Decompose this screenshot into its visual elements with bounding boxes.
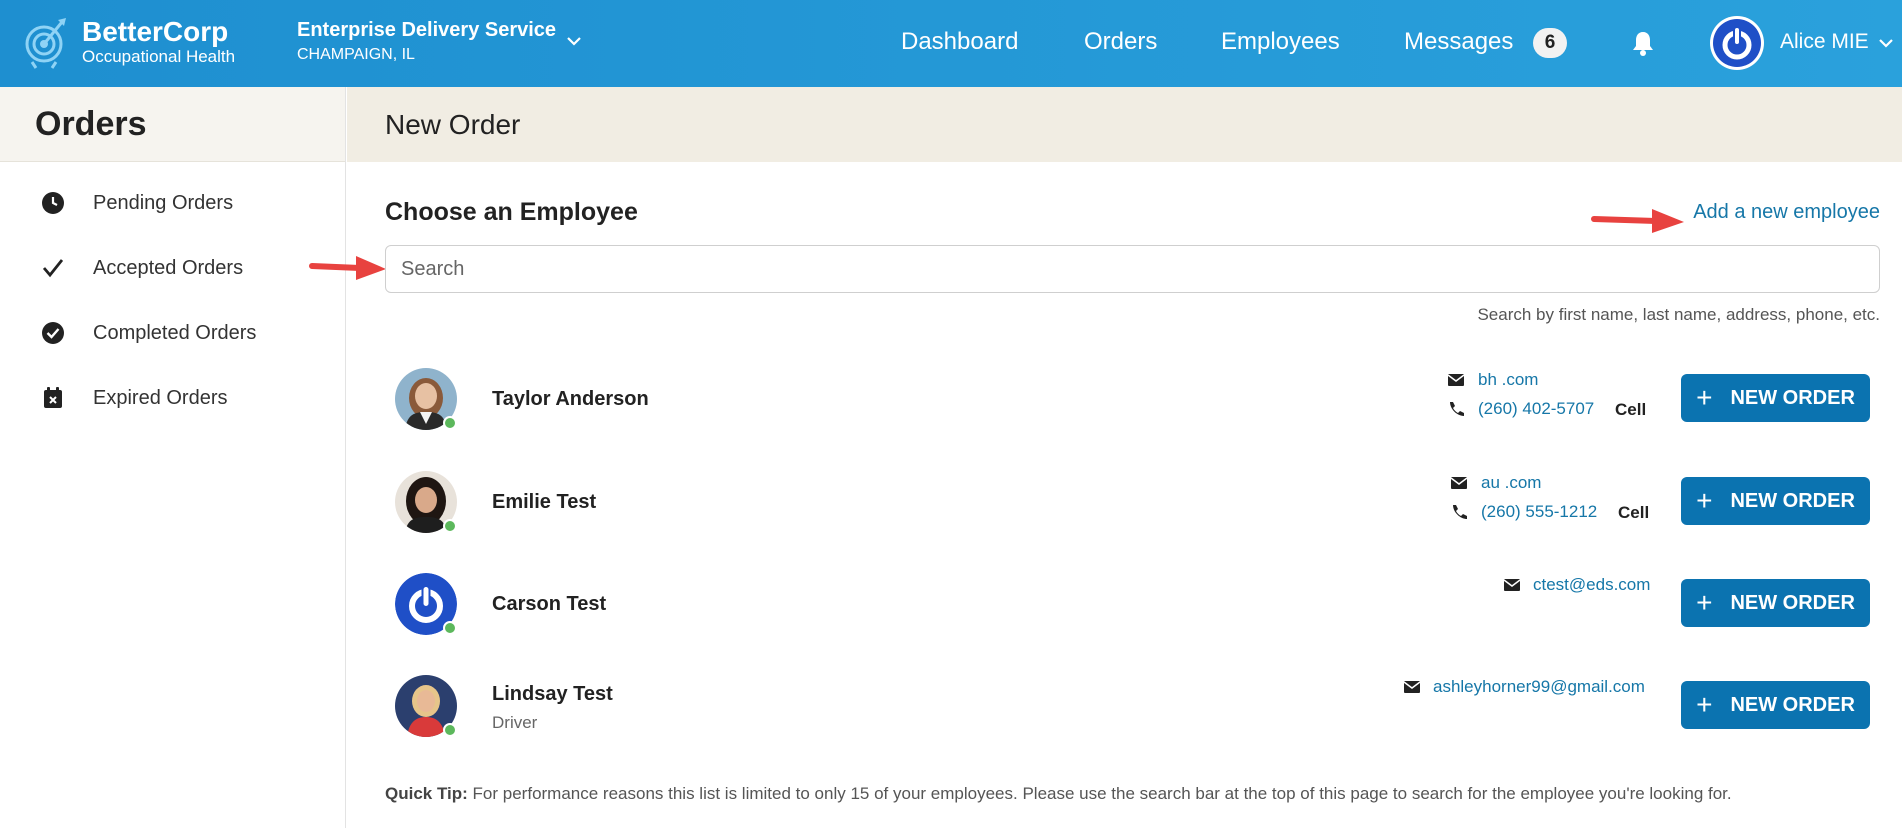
- employee-name[interactable]: Emilie Test: [492, 491, 596, 514]
- new-order-button[interactable]: + NEW ORDER: [1681, 681, 1870, 729]
- chevron-down-icon[interactable]: [1878, 36, 1894, 50]
- brand[interactable]: BetterCorp Occupational Health: [22, 14, 235, 70]
- sidebar-item-label: Pending Orders: [93, 191, 234, 214]
- sidebar-item-label: Completed Orders: [93, 321, 257, 344]
- envelope-icon: [1447, 374, 1465, 386]
- employee-phone-link[interactable]: (260) 555-1212: [1481, 502, 1597, 522]
- sidebar-header: Orders: [0, 87, 345, 162]
- search-help-text: Search by first name, last name, address…: [1477, 305, 1880, 324]
- quick-tip-text: For performance reasons this list is lim…: [472, 784, 1732, 803]
- employee-row: Taylor Anderson bh .com (260) 402-5707 C…: [385, 354, 1880, 444]
- page-title: New Order: [385, 109, 521, 140]
- phone-icon: [1453, 505, 1467, 519]
- plus-icon: +: [1696, 587, 1713, 618]
- sidebar-item-pending-orders[interactable]: Pending Orders: [0, 178, 346, 228]
- nav-messages[interactable]: Messages: [1404, 26, 1513, 58]
- new-order-button[interactable]: + NEW ORDER: [1681, 579, 1870, 627]
- sidebar-item-label: Accepted Orders: [93, 256, 244, 279]
- brand-subtitle: Occupational Health: [82, 47, 236, 66]
- employee-name[interactable]: Lindsay Test: [492, 683, 613, 706]
- quick-tip: Quick Tip: For performance reasons this …: [385, 784, 1732, 804]
- new-order-button[interactable]: + NEW ORDER: [1681, 374, 1870, 422]
- brand-logo-icon: [25, 18, 66, 69]
- nav-employees[interactable]: Employees: [1221, 26, 1340, 58]
- section-title: Choose an Employee: [385, 198, 638, 226]
- new-order-button-label: NEW ORDER: [1730, 489, 1855, 512]
- employee-phone-link[interactable]: (260) 402-5707: [1478, 399, 1594, 419]
- checkmark-icon: [42, 259, 64, 278]
- sidebar-item-accepted-orders[interactable]: Accepted Orders: [0, 243, 346, 293]
- phone-type-label: Cell: [1618, 503, 1650, 522]
- envelope-icon: [1503, 579, 1521, 591]
- online-status-indicator: [443, 723, 457, 737]
- check-circle-icon: [42, 322, 64, 344]
- messages-count-badge: 6: [1533, 28, 1567, 58]
- plus-icon: +: [1696, 382, 1713, 413]
- new-order-button-label: NEW ORDER: [1730, 693, 1855, 716]
- plus-icon: +: [1696, 485, 1713, 516]
- organization-switcher[interactable]: Enterprise Delivery Service CHAMPAIGN, I…: [297, 18, 556, 66]
- annotation-arrow: [309, 256, 386, 280]
- employee-email-link[interactable]: au .com: [1481, 473, 1541, 493]
- main-header: New Order: [347, 87, 1902, 162]
- new-order-button-label: NEW ORDER: [1730, 591, 1855, 614]
- search-input[interactable]: [385, 245, 1880, 293]
- employee-name[interactable]: Taylor Anderson: [492, 388, 649, 411]
- envelope-icon: [1450, 477, 1468, 489]
- sidebar-item-label: Expired Orders: [93, 386, 228, 409]
- sidebar-item-completed-orders[interactable]: Completed Orders: [0, 308, 346, 358]
- online-status-indicator: [443, 621, 457, 635]
- organization-location: CHAMPAIGN, IL: [297, 46, 415, 63]
- chevron-down-icon[interactable]: [566, 34, 582, 48]
- online-status-indicator: [443, 519, 457, 533]
- employee-role: Driver: [492, 713, 538, 732]
- quick-tip-label: Quick Tip:: [385, 784, 468, 803]
- employee-email-link[interactable]: bh .com: [1478, 370, 1538, 390]
- calendar-x-icon: [44, 387, 62, 408]
- top-navbar: BetterCorp Occupational Health Enterpris…: [0, 0, 1902, 87]
- bell-icon[interactable]: [1630, 29, 1656, 57]
- plus-icon: +: [1696, 689, 1713, 720]
- organization-name: Enterprise Delivery Service: [297, 19, 557, 41]
- online-status-indicator: [443, 416, 457, 430]
- envelope-icon: [1403, 681, 1421, 693]
- employee-email-link[interactable]: ctest@eds.com: [1533, 575, 1650, 595]
- nav-dashboard[interactable]: Dashboard: [901, 26, 1018, 58]
- sidebar: Orders Pending Orders Accepted Orders Co…: [0, 87, 346, 828]
- nav-orders[interactable]: Orders: [1084, 26, 1157, 58]
- employee-row: Emilie Test au .com (260) 555-1212 Cell …: [385, 457, 1880, 547]
- new-order-button-label: NEW ORDER: [1730, 386, 1855, 409]
- sidebar-item-expired-orders[interactable]: Expired Orders: [0, 373, 346, 423]
- phone-type-label: Cell: [1615, 400, 1647, 419]
- clock-icon: [42, 192, 64, 214]
- employee-email-link[interactable]: ashleyhorner99@gmail.com: [1433, 677, 1645, 697]
- employee-name[interactable]: Carson Test: [492, 593, 606, 616]
- user-avatar[interactable]: [1709, 15, 1765, 71]
- phone-icon: [1450, 402, 1464, 416]
- new-order-button[interactable]: + NEW ORDER: [1681, 477, 1870, 525]
- sidebar-title: Orders: [35, 105, 147, 143]
- user-name[interactable]: Alice MIE: [1780, 28, 1869, 56]
- brand-name: BetterCorp: [82, 16, 229, 47]
- employee-row: Carson Test ctest@eds.com + NEW ORDER: [385, 559, 1880, 649]
- employee-row: Lindsay Test Driver ashleyhorner99@gmail…: [385, 661, 1880, 751]
- add-new-employee-link[interactable]: Add a new employee: [1693, 201, 1880, 224]
- annotation-arrow: [1591, 209, 1684, 233]
